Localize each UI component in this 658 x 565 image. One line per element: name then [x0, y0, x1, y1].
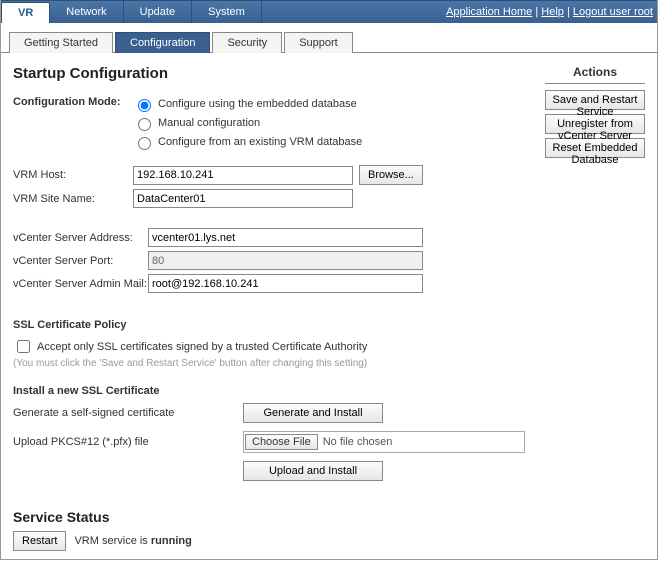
radio-existing-label: Configure from an existing VRM database: [158, 136, 362, 148]
save-restart-button[interactable]: Save and Restart Service: [545, 90, 645, 110]
vcenter-mail-input[interactable]: [148, 274, 423, 293]
upload-pfx-label: Upload PKCS#12 (*.pfx) file: [13, 436, 243, 448]
actions-title: Actions: [545, 65, 645, 84]
ssl-accept-only-label: Accept only SSL certificates signed by a…: [37, 341, 367, 353]
ssl-accept-only-checkbox[interactable]: [17, 340, 30, 353]
vcenter-mail-label: vCenter Server Admin Mail:: [13, 278, 148, 290]
vrm-host-input[interactable]: [133, 166, 353, 185]
link-application-home[interactable]: Application Home: [446, 6, 532, 18]
vrm-site-input[interactable]: [133, 189, 353, 208]
vrm-host-label: VRM Host:: [13, 169, 133, 181]
vcenter-address-label: vCenter Server Address:: [13, 232, 148, 244]
tab-update[interactable]: Update: [124, 1, 192, 23]
vcenter-port-label: vCenter Server Port:: [13, 255, 148, 267]
radio-embedded-db[interactable]: [138, 99, 151, 112]
vrm-site-label: VRM Site Name:: [13, 193, 133, 205]
radio-existing-db[interactable]: [138, 137, 151, 150]
restart-service-button[interactable]: Restart: [13, 531, 66, 551]
radio-embedded-label: Configure using the embedded database: [158, 98, 357, 110]
upload-install-button[interactable]: Upload and Install: [243, 461, 383, 481]
config-mode-label: Configuration Mode:: [13, 96, 123, 147]
ssl-policy-title: SSL Certificate Policy: [13, 319, 525, 331]
generate-cert-label: Generate a self-signed certificate: [13, 407, 243, 419]
page-title: Startup Configuration: [13, 65, 525, 82]
generate-install-button[interactable]: Generate and Install: [243, 403, 383, 423]
tab-network[interactable]: Network: [50, 1, 123, 23]
vcenter-port-input: [148, 251, 423, 270]
file-input[interactable]: Choose File No file chosen: [243, 431, 525, 453]
file-chosen-text: No file chosen: [319, 436, 393, 448]
top-links: Application Home | Help | Logout user ro…: [446, 6, 653, 18]
subtab-security[interactable]: Security: [212, 32, 282, 53]
secondary-nav: Getting Started Configuration Security S…: [1, 23, 657, 53]
ssl-install-title: Install a new SSL Certificate: [13, 385, 525, 397]
link-help[interactable]: Help: [541, 6, 564, 18]
service-status-text: VRM service is running: [74, 535, 191, 547]
subtab-getting-started[interactable]: Getting Started: [9, 32, 113, 53]
link-logout[interactable]: Logout user root: [573, 6, 653, 18]
browse-button[interactable]: Browse...: [359, 165, 423, 185]
subtab-support[interactable]: Support: [284, 32, 353, 53]
primary-nav: VR Network Update System Application Hom…: [1, 0, 657, 23]
service-status-title: Service Status: [13, 509, 525, 525]
tab-system[interactable]: System: [192, 1, 262, 23]
subtab-configuration[interactable]: Configuration: [115, 32, 210, 53]
radio-manual-label: Manual configuration: [158, 117, 260, 129]
vcenter-address-input[interactable]: [148, 228, 423, 247]
ssl-policy-note: (You must click the 'Save and Restart Se…: [13, 358, 525, 369]
radio-manual[interactable]: [138, 118, 151, 131]
choose-file-button[interactable]: Choose File: [245, 434, 318, 450]
tab-vr[interactable]: VR: [1, 2, 50, 23]
